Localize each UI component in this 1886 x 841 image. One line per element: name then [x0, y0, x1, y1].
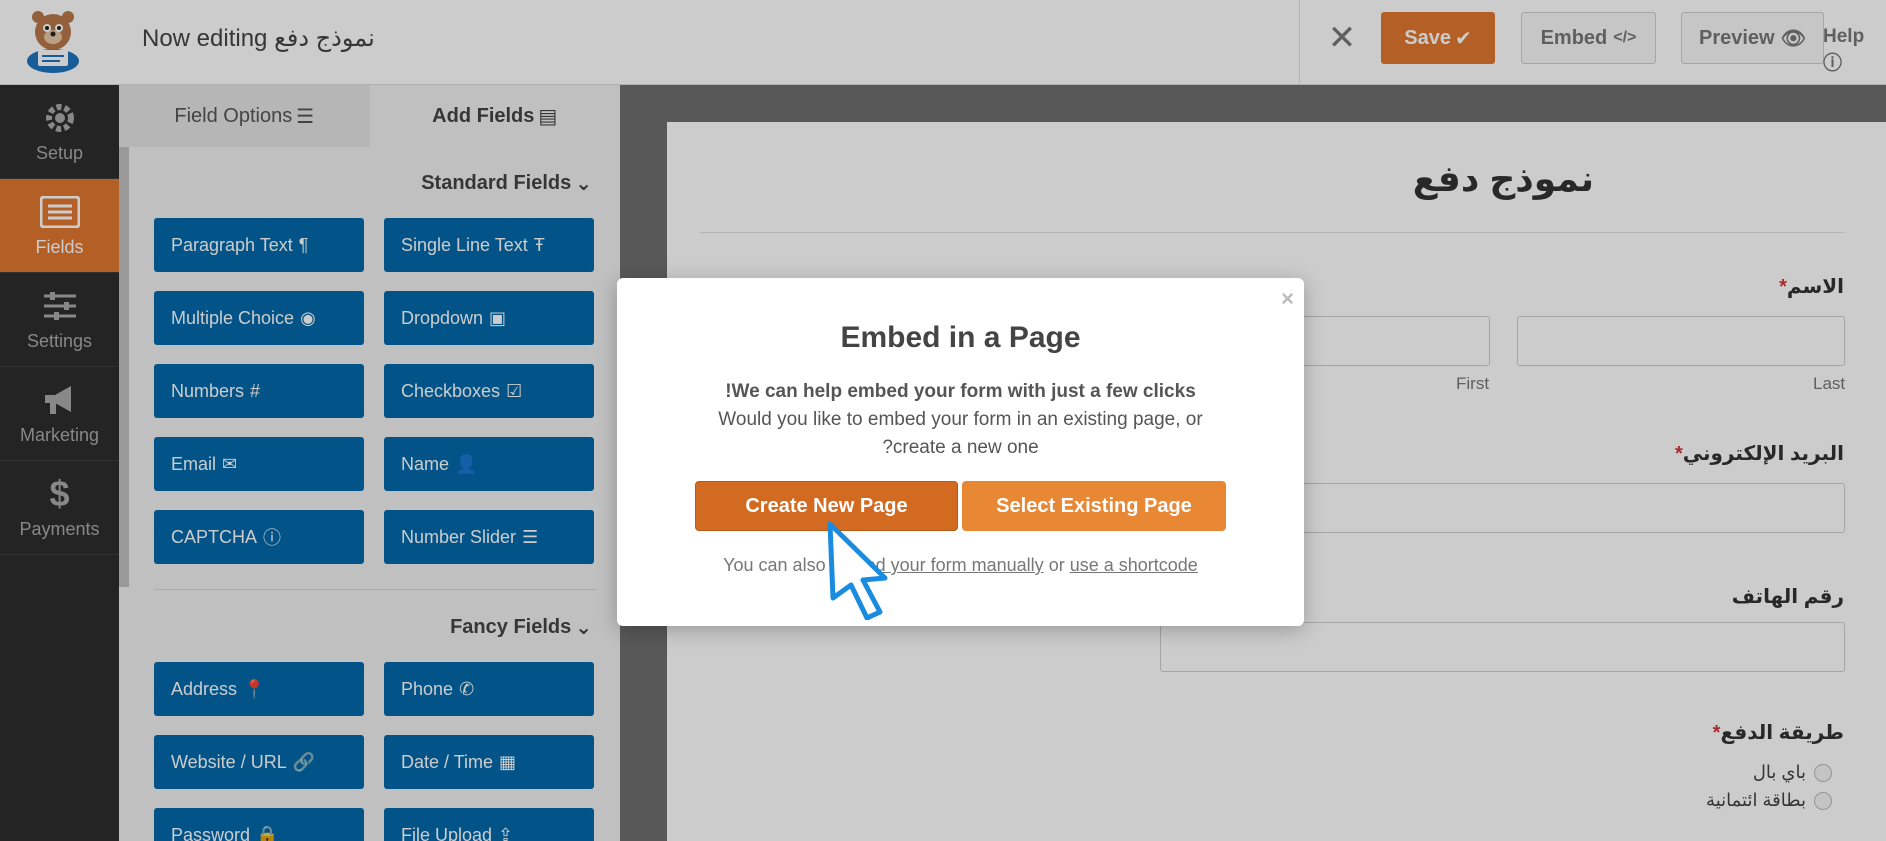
footer-prefix: You can also [723, 555, 826, 575]
pointer-cursor-icon [825, 520, 895, 621]
use-shortcode-link[interactable]: use a shortcode [1070, 555, 1198, 575]
modal-line-2: Would you like to embed your form in an … [718, 409, 1203, 430]
modal-footer: You can also embed your form manually or… [617, 555, 1304, 576]
footer-or: or [1048, 555, 1065, 575]
modal-close-icon[interactable]: × [1281, 286, 1294, 312]
modal-line-1: !We can help embed your form with just a… [725, 381, 1196, 402]
embed-modal: × Embed in a Page !We can help embed you… [617, 278, 1304, 626]
modal-title: Embed in a Page [840, 321, 1081, 354]
modal-description: !We can help embed your form with just a… [687, 378, 1234, 462]
select-existing-page-button[interactable]: Select Existing Page [962, 481, 1226, 531]
modal-line-3: ?create a new one [882, 437, 1039, 458]
